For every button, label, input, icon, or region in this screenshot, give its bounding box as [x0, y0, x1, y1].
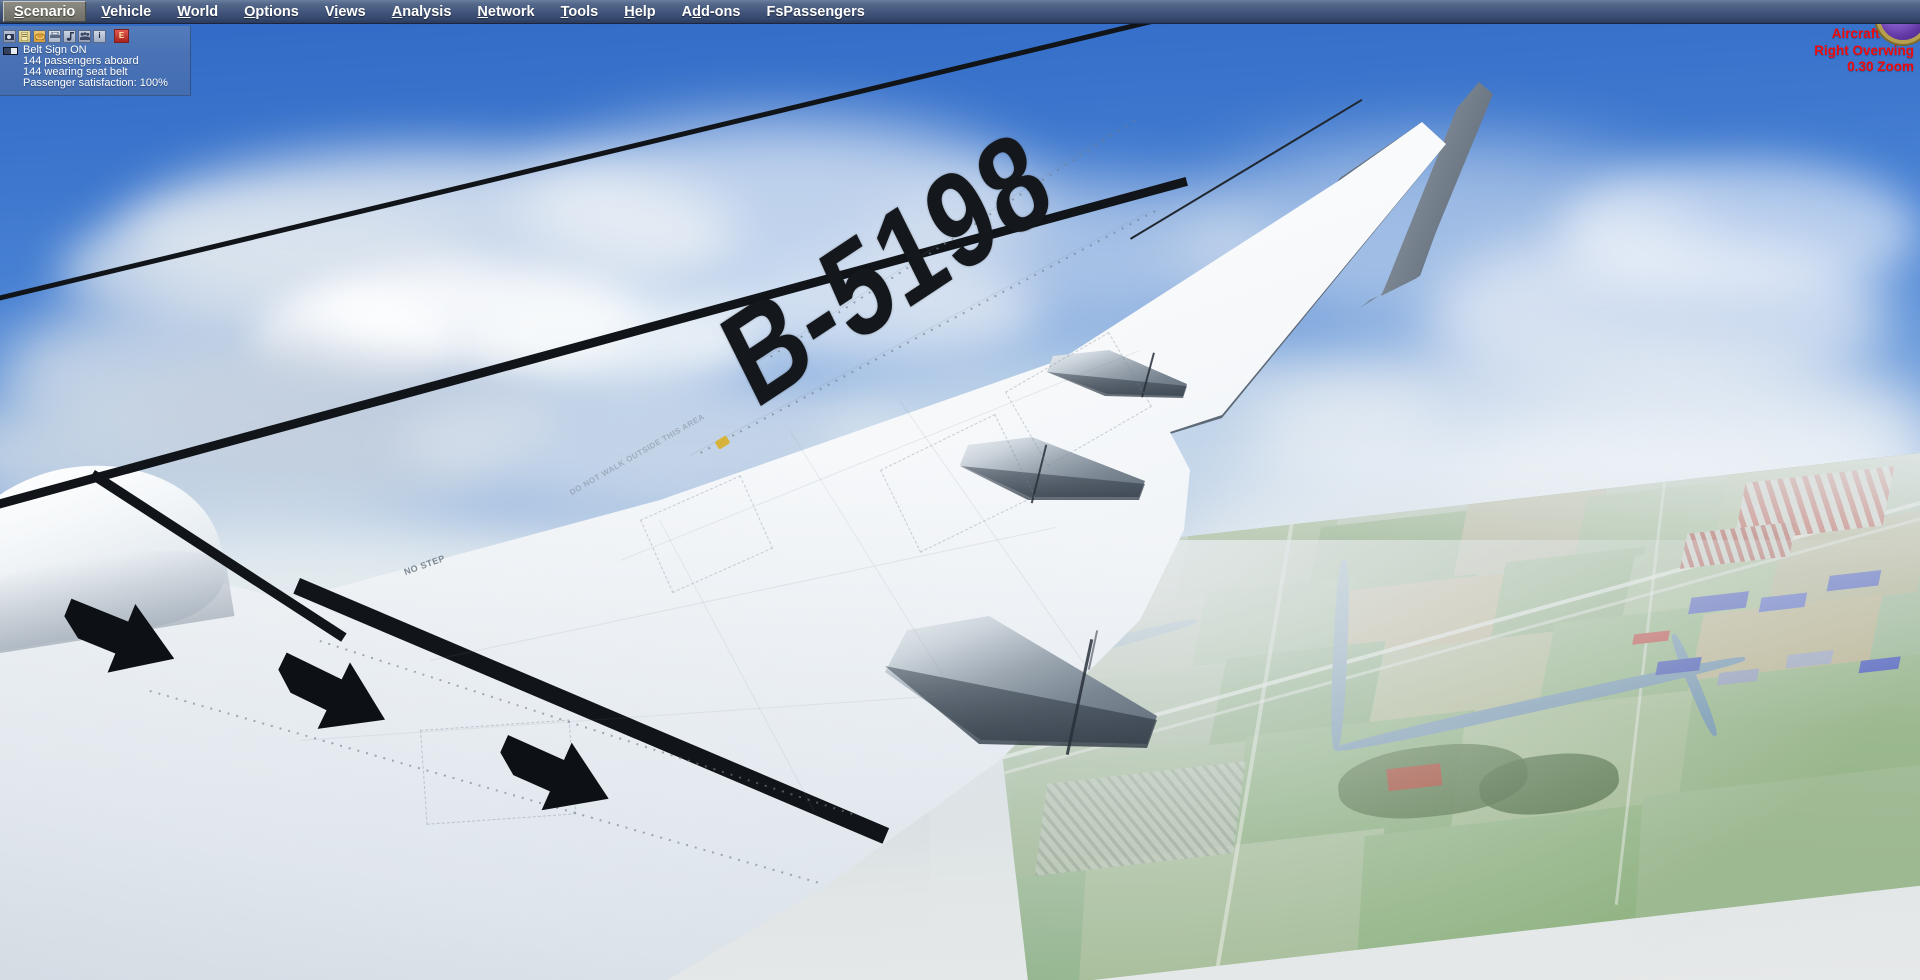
menu-label: Views: [324, 3, 366, 20]
menu-item-scenario[interactable]: Scenario: [3, 1, 87, 22]
menu-label: Add-ons: [681, 3, 741, 20]
menu-label: Help: [624, 3, 656, 20]
fspassengers-toolbar[interactable]: i E: [0, 26, 190, 43]
food-glyph: [34, 33, 45, 40]
hud-view-name: Right Overwing: [1814, 42, 1914, 58]
menu-item-options[interactable]: Options: [231, 0, 312, 23]
satisfaction-text: Passenger satisfaction: 100%: [23, 77, 168, 89]
announce-icon[interactable]: [48, 29, 61, 43]
menu-item-views[interactable]: Views: [312, 0, 379, 23]
application-window: B-5198 NO STEP DO NOT WALK OUTSIDE THIS …: [0, 0, 1920, 980]
menu-item-tools[interactable]: Tools: [548, 0, 612, 23]
menu-item-add-ons[interactable]: Add-ons: [669, 0, 754, 23]
music-glyph: [66, 31, 74, 41]
menu-label: Scenario: [14, 3, 76, 20]
camera-icon[interactable]: [3, 29, 16, 43]
announce-glyph: [49, 32, 60, 38]
food-tray-icon[interactable]: [33, 29, 46, 43]
simulator-viewport[interactable]: B-5198 NO STEP DO NOT WALK OUTSIDE THIS …: [0, 0, 1920, 980]
menu-item-help[interactable]: Help: [611, 0, 668, 23]
info-icon[interactable]: i: [93, 29, 106, 43]
toggle-switch-icon[interactable]: [3, 46, 18, 55]
passengers-glyph: [79, 32, 90, 40]
menu-label: Network: [477, 3, 535, 20]
menu-item-network[interactable]: Network: [464, 0, 547, 23]
menu-label: World: [177, 3, 219, 20]
menu-item-world[interactable]: World: [164, 0, 231, 23]
menu-label: Vehicle: [101, 3, 152, 20]
menu-label: Tools: [560, 3, 599, 20]
menu-label: Analysis: [391, 3, 452, 20]
camera-glyph: [5, 33, 14, 40]
emergency-icon[interactable]: E: [114, 29, 129, 43]
document-icon[interactable]: [18, 29, 31, 43]
menu-item-fspassengers[interactable]: FsPassengers: [753, 0, 877, 23]
menu-item-analysis[interactable]: Analysis: [379, 0, 465, 23]
satisfaction-row: Passenger satisfaction: 100%: [3, 78, 190, 89]
menu-bar[interactable]: Scenario Vehicle World Options Views Ana…: [0, 0, 1920, 24]
fspassengers-status: Belt Sign ON 144 passengers aboard 144 w…: [0, 43, 190, 89]
fspassengers-panel[interactable]: i E Belt Sign ON 144 passengers aboard 1…: [0, 26, 191, 96]
menu-label: Options: [244, 3, 299, 20]
passengers-icon[interactable]: [78, 29, 91, 43]
menu-item-vehicle[interactable]: Vehicle: [88, 0, 164, 23]
hud-zoom-level: 0.30 Zoom: [1847, 59, 1914, 74]
menu-label: FsPassengers: [766, 3, 865, 20]
music-note-icon[interactable]: [63, 29, 76, 43]
document-glyph: [21, 31, 28, 41]
